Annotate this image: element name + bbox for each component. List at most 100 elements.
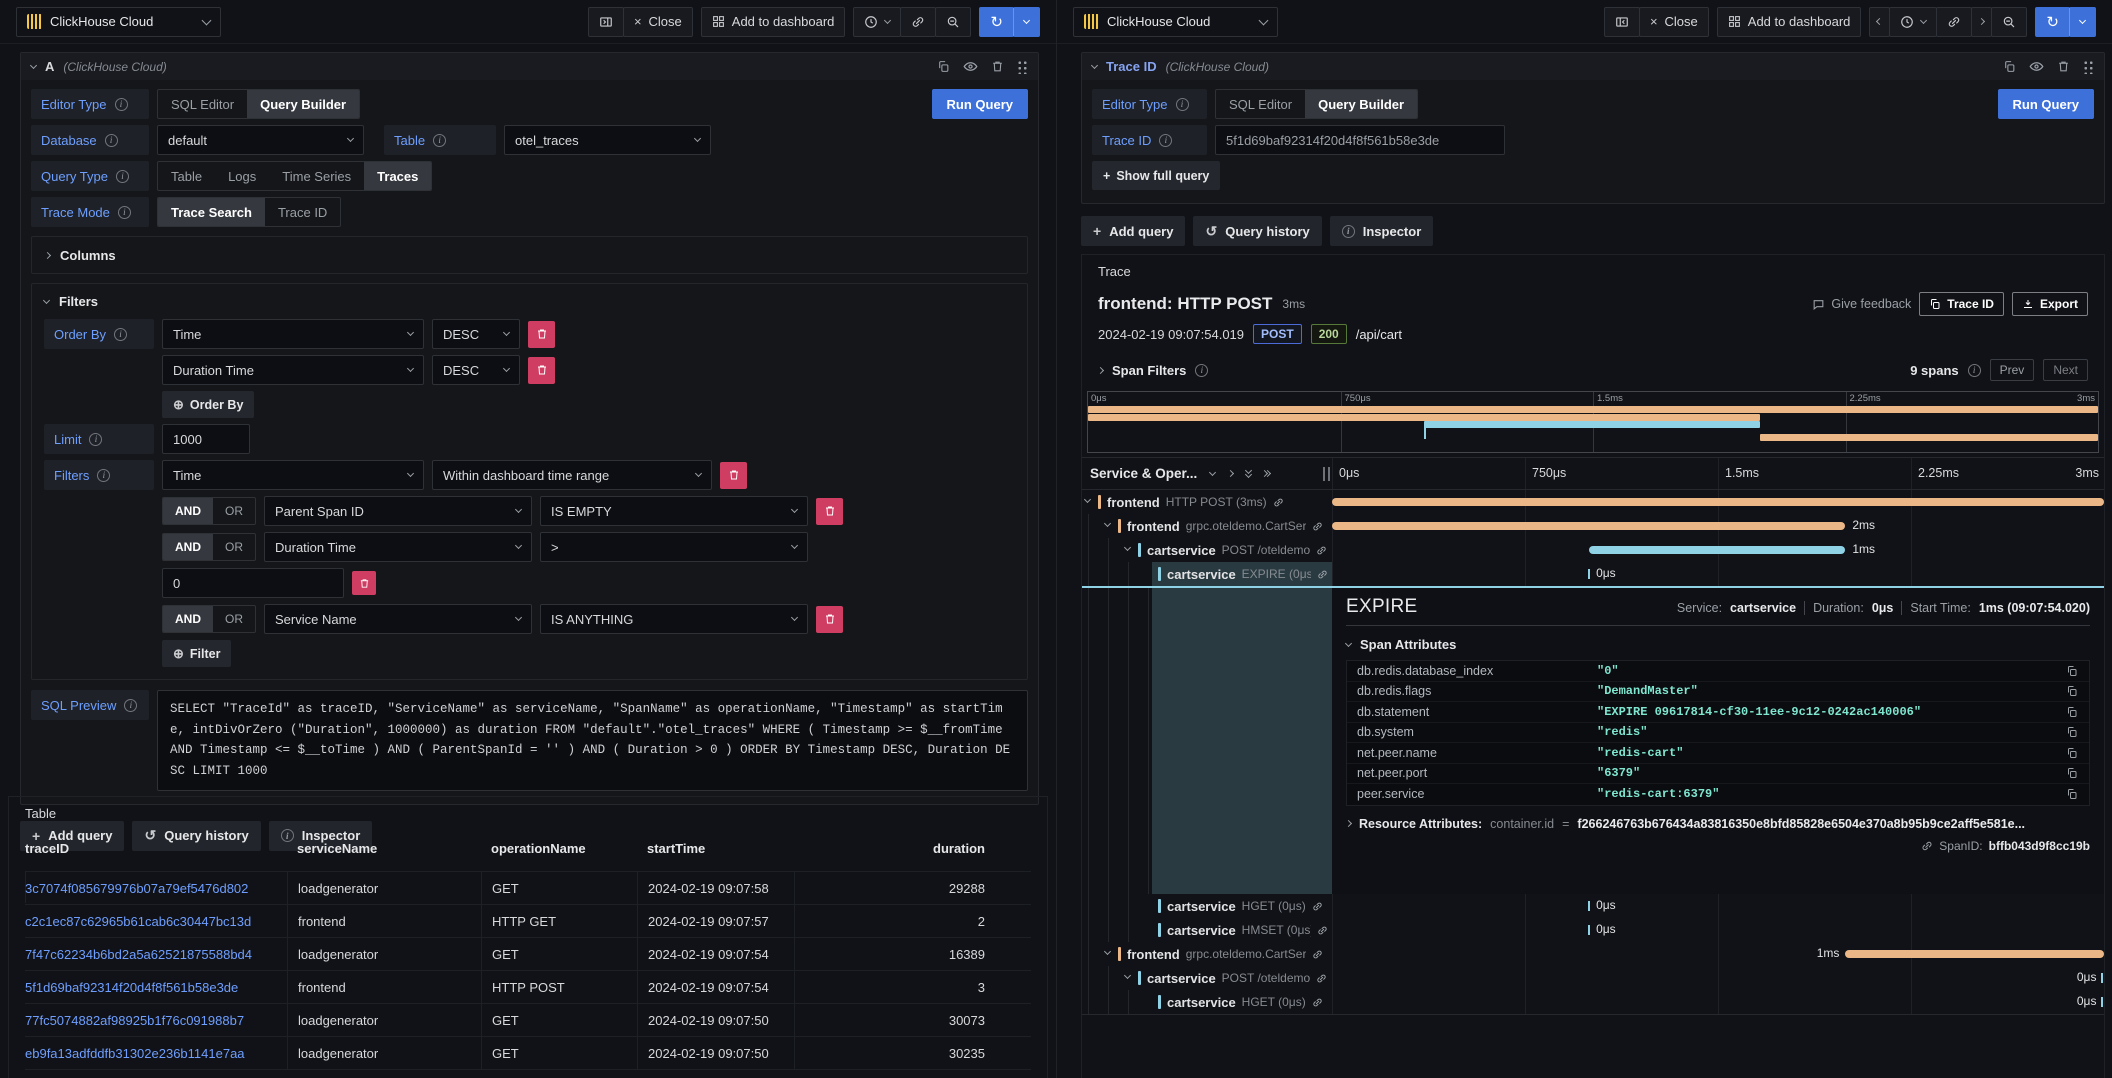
- trace-id-button[interactable]: Trace ID: [1919, 292, 2004, 316]
- span-row[interactable]: cartserviceHGET (0μs)0μs: [1082, 894, 2104, 918]
- columns-section[interactable]: Columns: [31, 236, 1028, 274]
- remove-filter-button[interactable]: [816, 498, 843, 525]
- collapse-chevron-icon[interactable]: [1091, 61, 1098, 68]
- span-duration-bar[interactable]: [1589, 546, 1845, 554]
- info-icon[interactable]: i: [105, 134, 118, 147]
- copy-icon[interactable]: [2055, 726, 2089, 738]
- span-gantt-cell[interactable]: 1ms: [1332, 538, 2104, 562]
- and-option[interactable]: AND: [163, 606, 213, 632]
- service-operation-header[interactable]: Service & Oper...: [1090, 466, 1197, 481]
- chevron-down-icon[interactable]: [1104, 520, 1111, 527]
- split-pane-button[interactable]: [1604, 7, 1640, 37]
- hide-response-eye-icon[interactable]: [963, 59, 978, 74]
- add-filter-button[interactable]: ⊕Filter: [162, 640, 231, 667]
- link-split-button[interactable]: [1936, 7, 1972, 37]
- query-type-table[interactable]: Table: [158, 162, 215, 190]
- info-icon[interactable]: i: [118, 206, 131, 219]
- span-gantt-cell[interactable]: [1332, 490, 2104, 514]
- add-to-dashboard-button[interactable]: Add to dashboard: [1717, 7, 1862, 37]
- run-query-button[interactable]: Run Query: [932, 89, 1028, 119]
- column-header-traceid[interactable]: traceID: [25, 841, 287, 856]
- query-builder-option[interactable]: Query Builder: [247, 90, 359, 118]
- sql-editor-option[interactable]: SQL Editor: [158, 90, 247, 118]
- sql-editor-option[interactable]: SQL Editor: [1216, 90, 1305, 118]
- span-name-cell[interactable]: cartserviceEXPIRE (0μs): [1082, 562, 1332, 586]
- duplicate-query-icon[interactable]: [937, 60, 950, 73]
- link-icon[interactable]: [1317, 925, 1328, 936]
- collapse-chevron-icon[interactable]: [30, 61, 37, 68]
- query-type-traces[interactable]: Traces: [364, 162, 431, 190]
- add-query-button[interactable]: +Add query: [1081, 216, 1185, 246]
- trace-mode-id[interactable]: Trace ID: [265, 198, 340, 226]
- span-name-cell[interactable]: cartserviceHMSET (0μs): [1082, 918, 1332, 942]
- refresh-interval-button[interactable]: [2069, 7, 2096, 37]
- give-feedback-link[interactable]: Give feedback: [1812, 297, 1911, 311]
- span-gantt-cell[interactable]: 0μs: [1332, 918, 2104, 942]
- trace-mode-search[interactable]: Trace Search: [158, 198, 265, 226]
- refresh-interval-button[interactable]: [1013, 7, 1040, 37]
- expand-all-icon[interactable]: [1264, 471, 1270, 476]
- span-row[interactable]: cartservicePOST /oteldemo0μs: [1082, 966, 2104, 990]
- span-row[interactable]: frontendgrpc.oteldemo.CartSer1ms: [1082, 942, 2104, 966]
- span-duration-bar[interactable]: [1845, 950, 2104, 958]
- span-gantt-cell[interactable]: 0μs: [1332, 990, 2104, 1014]
- filter-field-select[interactable]: Duration Time: [264, 532, 532, 562]
- span-row[interactable]: cartservicePOST /oteldemo1ms: [1082, 538, 2104, 562]
- span-gantt-cell[interactable]: 0μs: [1332, 562, 2104, 586]
- copy-icon[interactable]: [2055, 665, 2089, 677]
- export-button[interactable]: Export: [2012, 292, 2088, 316]
- order-by-dir-select[interactable]: DESC: [432, 319, 520, 349]
- database-select[interactable]: default: [157, 125, 364, 155]
- remove-filter-button[interactable]: [816, 606, 843, 633]
- query-history-button[interactable]: ↺Query history: [1193, 216, 1321, 246]
- query-builder-option[interactable]: Query Builder: [1305, 90, 1417, 118]
- span-name-cell[interactable]: frontendgrpc.oteldemo.CartSer: [1082, 942, 1332, 966]
- link-split-button[interactable]: [900, 7, 936, 37]
- filter-op-select[interactable]: Within dashboard time range: [432, 460, 712, 490]
- close-split-button[interactable]: ×Close: [623, 7, 693, 37]
- column-header-servicename[interactable]: serviceName: [287, 841, 481, 856]
- next-span-button[interactable]: Next: [2043, 359, 2088, 381]
- datasource-picker[interactable]: ClickHouse Cloud: [16, 7, 221, 37]
- trace-id-link[interactable]: 77fc5074882af98925b1f76c091988b7: [25, 1004, 287, 1036]
- copy-icon[interactable]: [2055, 685, 2089, 697]
- or-option[interactable]: OR: [213, 498, 255, 524]
- zoom-out-button[interactable]: [1991, 7, 2027, 37]
- column-header-starttime[interactable]: startTime: [637, 841, 794, 856]
- filter-op-select[interactable]: >: [540, 532, 808, 562]
- time-shift-back-button[interactable]: [1869, 7, 1890, 37]
- span-filters-title[interactable]: Span Filters: [1112, 363, 1186, 378]
- and-option[interactable]: AND: [163, 498, 213, 524]
- span-name-cell[interactable]: cartserviceHGET (0μs): [1082, 894, 1332, 918]
- link-icon[interactable]: [1316, 545, 1327, 556]
- remove-order-by-button[interactable]: [528, 357, 555, 384]
- info-icon[interactable]: i: [1968, 364, 1981, 377]
- info-icon[interactable]: i: [116, 170, 129, 183]
- time-picker-button[interactable]: [1889, 7, 1937, 37]
- filter-field-select[interactable]: Parent Span ID: [264, 496, 532, 526]
- info-icon[interactable]: i: [97, 469, 110, 482]
- span-row[interactable]: frontendgrpc.oteldemo.CartSer2ms: [1082, 514, 2104, 538]
- order-by-field-select[interactable]: Time: [162, 319, 424, 349]
- filter-op-select[interactable]: IS ANYTHING: [540, 604, 808, 634]
- span-name-cell[interactable]: frontendgrpc.oteldemo.CartSer: [1082, 514, 1332, 538]
- copy-icon[interactable]: [2055, 767, 2089, 779]
- drag-handle-icon[interactable]: [2083, 59, 2094, 74]
- query-type-timeseries[interactable]: Time Series: [269, 162, 364, 190]
- span-name-cell[interactable]: frontendHTTP POST (3ms): [1082, 490, 1332, 514]
- and-or-toggle[interactable]: ANDOR: [162, 533, 256, 561]
- close-split-button[interactable]: ×Close: [1639, 7, 1709, 37]
- prev-span-button[interactable]: Prev: [1990, 359, 2035, 381]
- or-option[interactable]: OR: [213, 606, 255, 632]
- run-refresh-button[interactable]: ↻: [2035, 7, 2070, 37]
- filter-field-select[interactable]: Service Name: [264, 604, 532, 634]
- trace-id-link[interactable]: c2c1ec87c62965b61cab6c30447bc13d: [25, 905, 287, 937]
- add-to-dashboard-button[interactable]: Add to dashboard: [701, 7, 846, 37]
- time-shift-forward-button[interactable]: [1971, 7, 1992, 37]
- copy-icon[interactable]: [2055, 747, 2089, 759]
- link-icon[interactable]: [1921, 840, 1933, 852]
- info-icon[interactable]: i: [1159, 134, 1172, 147]
- span-gantt-cell[interactable]: 0μs: [1332, 966, 2104, 990]
- datasource-picker[interactable]: ClickHouse Cloud: [1073, 7, 1278, 37]
- time-picker-button[interactable]: [853, 7, 901, 37]
